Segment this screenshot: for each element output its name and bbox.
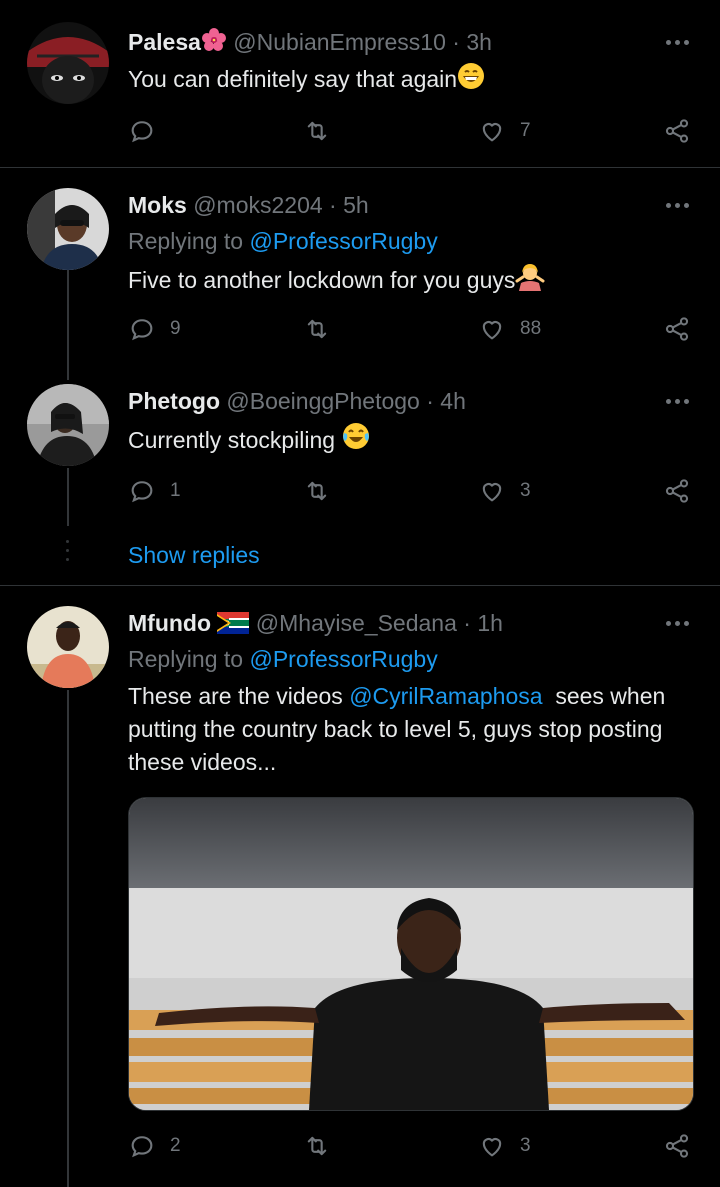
separator: · (329, 192, 337, 218)
reply-button[interactable]: 2 (128, 1131, 181, 1161)
more-options-icon[interactable] (666, 203, 690, 209)
replying-to-mention[interactable]: @ProfessorRugby (249, 646, 437, 672)
replying-to-label: Replying to (128, 228, 244, 254)
handle[interactable]: @NubianEmpress10 (233, 29, 446, 55)
more-options-icon[interactable] (666, 40, 690, 46)
share-button[interactable] (663, 116, 691, 146)
like-button[interactable]: 7 (478, 116, 531, 146)
reply-icon (131, 121, 153, 143)
share-icon (665, 317, 689, 341)
reply-thread: Palesa @NubianEmpress10 · 3h You can def… (0, 0, 720, 1187)
tears-of-joy-emoji (341, 421, 371, 460)
reply-button[interactable]: 9 (128, 314, 181, 344)
tweet-video[interactable] (128, 797, 694, 1111)
hibiscus-emoji (201, 27, 227, 60)
avatar[interactable] (27, 384, 109, 466)
timestamp[interactable]: 1h (477, 610, 503, 636)
retweet-icon (307, 319, 327, 339)
like-button[interactable]: 3 (478, 476, 531, 506)
share-button[interactable] (663, 476, 691, 506)
share-icon (665, 119, 689, 143)
retweet-button[interactable] (303, 476, 331, 506)
reply-button[interactable]: 1 (128, 476, 181, 506)
display-name[interactable]: Palesa (128, 29, 201, 55)
south-africa-flag-emoji (217, 611, 250, 641)
shrugging-emoji (515, 261, 545, 300)
tweet-actions: 9 88 (128, 314, 693, 344)
retweet-button[interactable] (303, 116, 331, 146)
reply-icon (131, 1136, 153, 1158)
tweet-actions: 1 3 (128, 476, 693, 506)
retweet-icon (307, 481, 327, 501)
replying-to-label: Replying to (128, 646, 244, 672)
tweet-text: Five to another lockdown for you guys (128, 261, 690, 300)
heart-icon (482, 483, 502, 502)
retweet-button[interactable] (303, 1131, 331, 1161)
share-icon (665, 479, 689, 503)
display-name[interactable]: Phetogo (128, 388, 220, 414)
display-name[interactable]: Moks (128, 192, 187, 218)
reply-icon (131, 481, 153, 503)
tweet-text: Currently stockpiling (128, 421, 690, 460)
timestamp[interactable]: 5h (343, 192, 369, 218)
tweet[interactable]: Palesa @NubianEmpress10 · 3h You can def… (0, 0, 720, 167)
retweet-icon (307, 1136, 327, 1156)
tweet-text: You can definitely say that again (128, 62, 690, 99)
replying-to: Replying to @ProfessorRugby (128, 644, 438, 674)
retweet-button[interactable] (303, 314, 331, 344)
tweet-actions: 2 3 (128, 1131, 693, 1161)
separator: · (463, 610, 471, 636)
replying-to: Replying to @ProfessorRugby (128, 226, 438, 256)
like-count: 3 (520, 1135, 531, 1156)
tweet-text-pre: These are the videos (128, 683, 350, 709)
reply-icon (131, 319, 153, 341)
tweet-text-content: Five to another lockdown for you guys (128, 267, 516, 293)
display-name[interactable]: Mfundo (128, 610, 211, 636)
tweet-text-content: Currently stockpiling (128, 427, 336, 453)
reply-button[interactable] (128, 116, 170, 146)
like-count: 88 (520, 318, 542, 339)
like-button[interactable]: 3 (478, 1131, 531, 1161)
more-options-icon[interactable] (666, 399, 690, 405)
tweet[interactable]: Phetogo @BoeinggPhetogo · 4h Currently s… (0, 368, 720, 528)
more-options-icon[interactable] (666, 621, 690, 627)
tweet[interactable]: Moks @moks2204 · 5h Replying to @Profess… (0, 168, 720, 368)
grinning-emoji (457, 62, 485, 99)
timestamp[interactable]: 3h (466, 29, 492, 55)
heart-icon (482, 123, 502, 142)
avatar[interactable] (27, 606, 109, 688)
tweet-actions: 7 (128, 116, 693, 146)
like-count: 3 (520, 480, 531, 501)
share-icon (665, 1134, 689, 1158)
heart-icon (482, 321, 502, 340)
like-button[interactable]: 88 (478, 314, 541, 344)
handle[interactable]: @moks2204 (193, 192, 322, 218)
thread-dots (66, 540, 69, 567)
handle[interactable]: @BoeinggPhetogo (226, 388, 419, 414)
separator: · (426, 388, 434, 414)
handle[interactable]: @Mhayise_Sedana (256, 610, 457, 636)
reply-count: 2 (170, 1135, 181, 1156)
avatar[interactable] (27, 22, 109, 104)
reply-count: 9 (170, 318, 181, 339)
avatar[interactable] (27, 188, 109, 270)
show-replies-link[interactable]: Show replies (128, 540, 260, 570)
replying-to-mention[interactable]: @ProfessorRugby (249, 228, 437, 254)
share-button[interactable] (663, 314, 691, 344)
like-count: 7 (520, 120, 531, 141)
mention-link[interactable]: @CyrilRamaphosa (349, 683, 542, 709)
tweet[interactable]: Mfundo @Mhayise_Sedana · 1h Replying to … (0, 586, 720, 1187)
reply-count: 1 (170, 480, 181, 501)
tweet-text-content: You can definitely say that again (128, 66, 458, 92)
share-button[interactable] (663, 1131, 691, 1161)
heart-icon (482, 1138, 502, 1157)
timestamp[interactable]: 4h (440, 388, 466, 414)
retweet-icon (307, 121, 327, 141)
separator: · (452, 29, 460, 55)
tweet-text: These are the videos @CyrilRamaphosa see… (128, 680, 690, 779)
